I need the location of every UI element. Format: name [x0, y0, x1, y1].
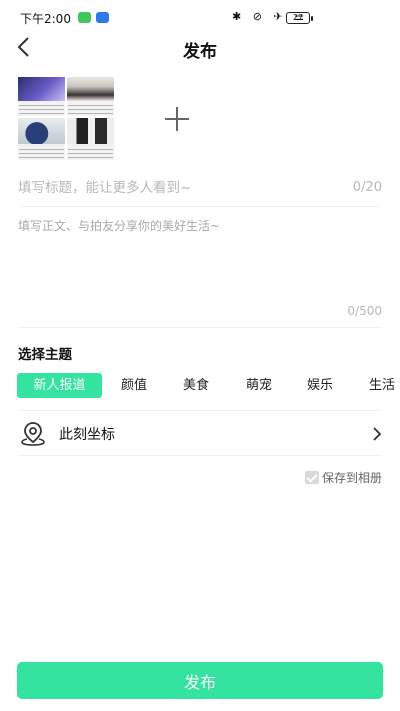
location-pin-icon [21, 422, 45, 446]
chevron-right-icon [373, 427, 382, 441]
image-thumbnail[interactable] [67, 77, 114, 116]
title-char-count: 0/20 [352, 180, 382, 195]
page-title: 发布 [183, 42, 217, 62]
add-image-button[interactable] [161, 103, 193, 135]
body-char-count: 0/500 [347, 304, 382, 318]
topic-chip-life[interactable]: 生活 [369, 373, 395, 398]
save-to-album-checkbox[interactable]: 保存到相册 [304, 469, 382, 485]
publish-button[interactable]: 发布 [17, 662, 383, 699]
topic-chip-pets[interactable]: 萌宠 [246, 373, 272, 398]
message-notification-icon [96, 12, 109, 23]
image-thumbnail[interactable] [18, 118, 65, 160]
topic-chip-entertainment[interactable]: 娱乐 [307, 373, 333, 398]
topic-chip-looks[interactable]: 颜值 [121, 373, 147, 398]
selected-image-grid[interactable] [18, 77, 114, 160]
divider [18, 410, 382, 411]
battery-icon: 27 [286, 12, 313, 24]
wechat-notification-icon [78, 12, 91, 23]
location-row[interactable]: 此刻坐标 [17, 414, 383, 454]
status-time: 下午2:00 [20, 12, 71, 26]
status-bar: 下午2:00 ✱ ⊘ ✈ ☰ 27 [0, 0, 400, 36]
divider [18, 455, 382, 456]
topic-chip-row[interactable]: 新人报道 颜值 美食 萌宠 娱乐 生活 [17, 373, 400, 398]
topic-chip-food[interactable]: 美食 [183, 373, 209, 398]
divider [18, 206, 382, 207]
topic-chip-new-user[interactable]: 新人报道 [17, 373, 102, 398]
body-input[interactable] [18, 217, 382, 297]
save-to-album-label: 保存到相册 [321, 470, 382, 485]
checkbox-icon [304, 470, 319, 484]
divider [18, 327, 382, 328]
topic-heading: 选择主题 [18, 347, 72, 363]
location-label: 此刻坐标 [59, 427, 115, 443]
image-thumbnail[interactable] [18, 77, 65, 116]
image-thumbnail[interactable] [67, 118, 114, 160]
title-input[interactable] [18, 178, 318, 198]
nav-bar: 发布 [0, 32, 400, 62]
